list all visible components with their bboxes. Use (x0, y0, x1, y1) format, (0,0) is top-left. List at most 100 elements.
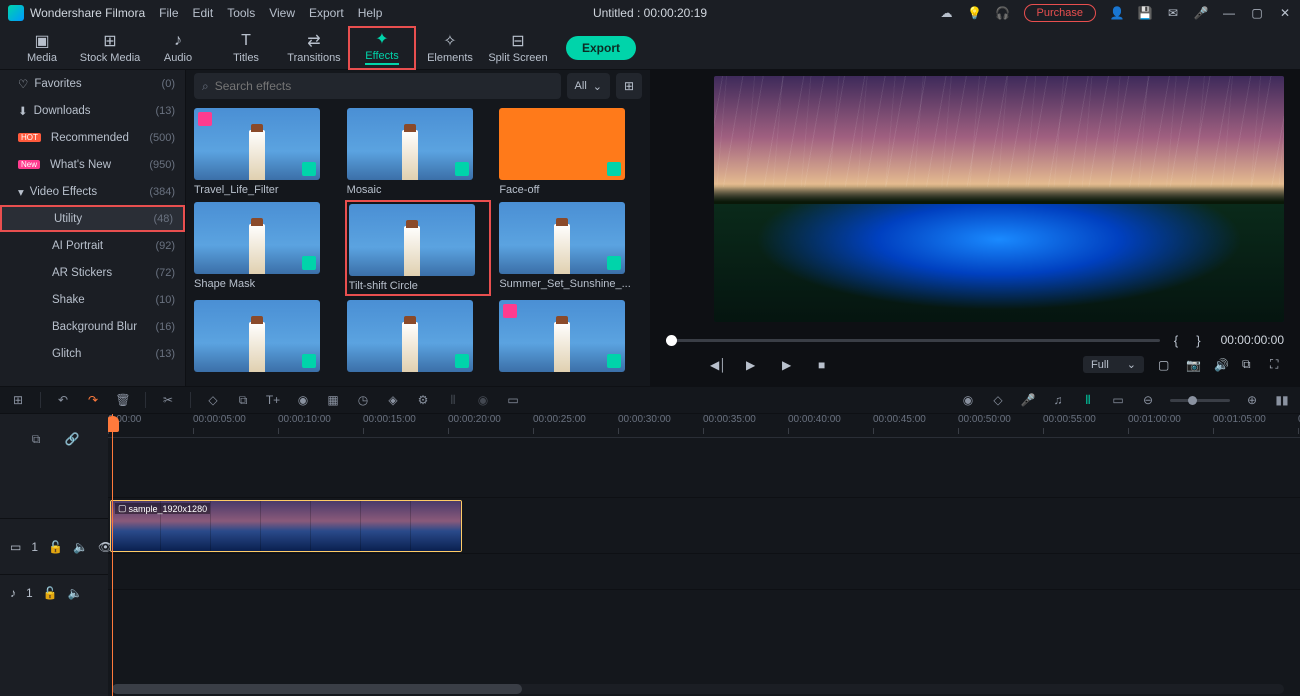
mark-out-button[interactable]: } (1192, 333, 1204, 348)
sidebar-item-background-blur[interactable]: Background Blur(16) (0, 313, 185, 340)
sidebar-item-favorites[interactable]: ♡Favorites(0) (0, 70, 185, 97)
effect-thumb-1[interactable]: Mosaic (347, 108, 490, 196)
sidebar-item-glitch[interactable]: Glitch(13) (0, 340, 185, 367)
undo-icon[interactable]: ↶ (55, 392, 71, 408)
support-icon[interactable]: 🎧 (996, 6, 1010, 20)
music-icon[interactable]: ♫ (1050, 392, 1066, 408)
search-input[interactable] (215, 79, 553, 93)
menu-export[interactable]: Export (309, 6, 344, 20)
fullscreen-icon[interactable]: ⛶ (1270, 358, 1284, 372)
zoom-slider[interactable] (1170, 399, 1230, 402)
marker-icon[interactable]: ◇ (990, 392, 1006, 408)
render-icon[interactable]: ▭ (505, 392, 521, 408)
tab-transitions[interactable]: ⇄Transitions (280, 26, 348, 70)
display-icon[interactable]: ▢ (1158, 358, 1172, 372)
fit-icon[interactable]: ▮▮ (1274, 392, 1290, 408)
crop-icon[interactable]: ⧉ (235, 392, 251, 408)
redo-icon[interactable]: ↷ (85, 392, 101, 408)
tab-audio[interactable]: ♪Audio (144, 26, 212, 70)
menu-tools[interactable]: Tools (227, 6, 255, 20)
menu-view[interactable]: View (269, 6, 295, 20)
timeline-ruler[interactable]: 0:00:0000:00:05:0000:00:10:0000:00:15:00… (108, 414, 1300, 438)
mute-icon[interactable]: 🔈 (68, 586, 83, 600)
effect-thumb-5[interactable]: Summer_Set_Sunshine_... (499, 202, 642, 294)
sidebar-item-whats-new[interactable]: NewWhat's New(950) (0, 151, 185, 178)
audio-track[interactable] (108, 554, 1300, 590)
cut-icon[interactable]: ✂ (160, 392, 176, 408)
zoom-out-icon[interactable]: ⊖ (1140, 392, 1156, 408)
search-input-wrapper[interactable]: ⌕ (194, 73, 561, 99)
audio-mixer-icon[interactable]: ⦀ (445, 392, 461, 408)
text-icon[interactable]: T+ (265, 392, 281, 408)
mic-icon[interactable]: 🎤 (1194, 6, 1208, 20)
play-forward-button[interactable]: ▶ (782, 358, 796, 372)
menu-file[interactable]: File (159, 6, 178, 20)
green-screen-icon[interactable]: ◉ (475, 392, 491, 408)
sidebar-item-video-effects[interactable]: ▾Video Effects(384) (0, 178, 185, 205)
effect-thumb-0[interactable]: Travel_Life_Filter (194, 108, 337, 196)
prev-frame-button[interactable]: ◀│ (710, 358, 724, 372)
safe-zone-icon[interactable]: ▭ (1110, 392, 1126, 408)
effect-thumb-6[interactable] (194, 300, 337, 376)
tab-elements[interactable]: ✧Elements (416, 26, 484, 70)
tips-icon[interactable]: 💡 (968, 6, 982, 20)
purchase-button[interactable]: Purchase (1024, 4, 1096, 22)
account-icon[interactable]: 👤 (1110, 6, 1124, 20)
grid-view-icon[interactable]: ⊞ (616, 73, 642, 99)
stop-button[interactable]: ■ (818, 358, 832, 372)
save-icon[interactable]: 💾 (1138, 6, 1152, 20)
effect-thumb-2[interactable]: Face-off (499, 108, 642, 196)
tab-stock-media[interactable]: ⊞Stock Media (76, 26, 144, 70)
effect-thumb-3[interactable]: Shape Mask (194, 202, 337, 294)
filter-dropdown[interactable]: All⌄ (567, 73, 610, 99)
playhead[interactable] (112, 414, 113, 696)
tag-icon[interactable]: ◇ (205, 392, 221, 408)
video-track[interactable]: ▢sample_1920x1280 (108, 498, 1300, 554)
tab-titles[interactable]: TTitles (212, 26, 280, 70)
export-button[interactable]: Export (566, 36, 636, 60)
mute-icon[interactable]: 🔈 (73, 540, 88, 554)
minimize-icon[interactable]: — (1222, 6, 1236, 20)
zoom-in-icon[interactable]: ⊕ (1244, 392, 1260, 408)
mark-in-button[interactable]: { (1170, 333, 1182, 348)
play-button[interactable]: ▶ (746, 358, 760, 372)
tab-split-screen[interactable]: ⊟Split Screen (484, 26, 552, 70)
sidebar-item-shake[interactable]: Shake(10) (0, 286, 185, 313)
tab-media[interactable]: ▣Media (8, 26, 76, 70)
sidebar-item-utility[interactable]: Utility(48) (0, 205, 185, 232)
cloud-icon[interactable]: ☁ (940, 6, 954, 20)
arrange-icon[interactable]: ⊞ (10, 392, 26, 408)
link-icon[interactable]: 🔗 (64, 431, 80, 447)
keyframe-icon[interactable]: ◈ (385, 392, 401, 408)
voiceover-icon[interactable]: 🎤 (1020, 392, 1036, 408)
speed-icon[interactable]: ◉ (295, 392, 311, 408)
snapshot-icon[interactable]: 📷 (1186, 358, 1200, 372)
effect-thumb-7[interactable] (347, 300, 490, 376)
preview-viewport[interactable] (714, 76, 1284, 322)
tab-effects[interactable]: ✦Effects (348, 26, 416, 70)
adjust-icon[interactable]: ⚙ (415, 392, 431, 408)
sidebar-item-recommended[interactable]: HOTRecommended(500) (0, 124, 185, 151)
seek-slider[interactable] (666, 339, 1160, 342)
message-icon[interactable]: ✉ (1166, 6, 1180, 20)
lock-icon[interactable]: 🔓 (43, 586, 58, 600)
audio-track-header[interactable]: ♪1 🔓 🔈 (0, 574, 108, 610)
maximize-icon[interactable]: ▢ (1250, 6, 1264, 20)
sidebar-item-ar-stickers[interactable]: AR Stickers(72) (0, 259, 185, 286)
lock-icon[interactable]: 🔓 (48, 540, 63, 554)
timeline-horizontal-scrollbar[interactable] (112, 684, 1284, 694)
menu-help[interactable]: Help (358, 6, 383, 20)
duration-icon[interactable]: ◷ (355, 392, 371, 408)
track-manager-icon[interactable]: ⧉ (28, 431, 44, 447)
sidebar-item-ai-portrait[interactable]: AI Portrait(92) (0, 232, 185, 259)
volume-icon[interactable]: 🔊 (1214, 358, 1228, 372)
effect-thumb-4[interactable]: Tilt-shift Circle (345, 200, 492, 296)
effect-thumb-8[interactable] (499, 300, 642, 376)
menu-edit[interactable]: Edit (193, 6, 214, 20)
quality-dropdown[interactable]: Full⌄ (1083, 356, 1144, 373)
sidebar-item-downloads[interactable]: ⬇Downloads(13) (0, 97, 185, 124)
delete-icon[interactable]: 🗑 (115, 392, 131, 408)
pip-icon[interactable]: ⧉ (1242, 358, 1256, 372)
close-icon[interactable]: ✕ (1278, 6, 1292, 20)
color-icon[interactable]: ▦ (325, 392, 341, 408)
